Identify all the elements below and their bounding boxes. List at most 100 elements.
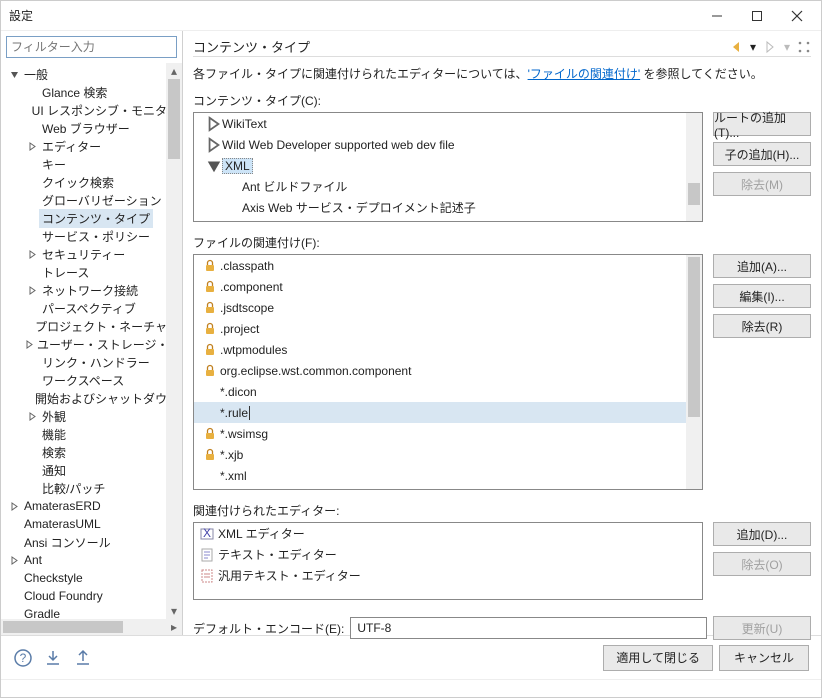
chevron-right-icon[interactable] — [25, 247, 39, 261]
fa-add-button[interactable]: 追加(A)... — [713, 254, 811, 278]
tree-item[interactable]: クイック検索 — [1, 173, 182, 191]
spacer-icon — [25, 211, 39, 225]
tree-item[interactable]: 比較/パッチ — [1, 479, 182, 497]
content-type-item[interactable]: WikiText — [194, 113, 686, 134]
content-types-list[interactable]: WikiTextWild Web Developer supported web… — [193, 112, 703, 222]
content-types-label: コンテンツ・タイプ(C): — [193, 92, 811, 109]
tree-item[interactable]: AmaterasERD — [1, 497, 182, 515]
content-type-item[interactable]: XML — [194, 155, 686, 176]
fa-remove-button[interactable]: 除去(R) — [713, 314, 811, 338]
file-assoc-label: org.eclipse.wst.common.component — [220, 364, 411, 378]
content-type-item[interactable]: Axis Web サービス・デプロイメント記述子 — [194, 197, 686, 218]
tree-item[interactable]: ネットワーク接続 — [1, 281, 182, 299]
content-type-label: Axis Web サービス・デプロイメント記述子 — [242, 199, 476, 216]
file-assoc-item[interactable]: org.eclipse.wst.common.component — [194, 360, 686, 381]
tree-item[interactable]: ワークスペース — [1, 371, 182, 389]
ed-add-button[interactable]: 追加(D)... — [713, 522, 811, 546]
chevron-right-icon[interactable] — [25, 283, 39, 297]
editor-item[interactable]: 汎用テキスト・エディター — [194, 565, 702, 586]
tree-item[interactable]: 開始およびシャットダウン — [1, 389, 182, 407]
editors-list[interactable]: XXML エディターテキスト・エディター汎用テキスト・エディター — [193, 522, 703, 600]
encoding-input[interactable] — [350, 617, 707, 639]
tree-item[interactable]: サービス・ポリシー — [1, 227, 182, 245]
tree-item[interactable]: 検索 — [1, 443, 182, 461]
tree-item[interactable]: キー — [1, 155, 182, 173]
tree-item[interactable]: Gradle — [1, 605, 182, 619]
close-button[interactable] — [777, 2, 817, 30]
file-assoc-item[interactable]: .wtpmodules — [194, 339, 686, 360]
filter-input[interactable] — [6, 36, 177, 58]
tree-item[interactable]: Web ブラウザー — [1, 119, 182, 137]
lock-icon — [202, 279, 218, 295]
maximize-button[interactable] — [737, 2, 777, 30]
cancel-button[interactable]: キャンセル — [719, 645, 809, 671]
tree-item[interactable]: セキュリティー — [1, 245, 182, 263]
tree-item[interactable]: 機能 — [1, 425, 182, 443]
content-header: コンテンツ・タイプ ▾ ▾ — [193, 37, 811, 57]
chevron-right-icon[interactable] — [25, 409, 39, 423]
file-assoc-item[interactable]: .project — [194, 318, 686, 339]
tree-item[interactable]: Ansi コンソール — [1, 533, 182, 551]
editor-item[interactable]: テキスト・エディター — [194, 544, 702, 565]
editor-item[interactable]: XXML エディター — [194, 523, 702, 544]
file-assoc-item[interactable]: *.xjb — [194, 444, 686, 465]
tree-item[interactable]: エディター — [1, 137, 182, 155]
file-assoc-item[interactable]: .classpath — [194, 255, 686, 276]
chevron-down-icon[interactable] — [206, 158, 222, 174]
chevron-right-icon[interactable] — [7, 499, 21, 513]
content-type-item[interactable]: Wild Web Developer supported web dev fil… — [194, 134, 686, 155]
tree-item[interactable]: 外観 — [1, 407, 182, 425]
help-icon[interactable]: ? — [13, 648, 33, 668]
back-icon[interactable] — [729, 40, 743, 54]
export-icon[interactable] — [73, 648, 93, 668]
tree-item[interactable]: AmaterasUML — [1, 515, 182, 533]
tree-item[interactable]: Checkstyle — [1, 569, 182, 587]
tree-item[interactable]: グローバリゼーション — [1, 191, 182, 209]
tree-item[interactable]: UI レスポンシブ・モニター — [1, 101, 182, 119]
menu-icon[interactable] — [797, 40, 811, 54]
ct-vscrollbar[interactable] — [686, 113, 702, 221]
tree-item[interactable]: 一般 — [1, 65, 182, 83]
fa-edit-button[interactable]: 編集(I)... — [713, 284, 811, 308]
fa-vscrollbar[interactable] — [686, 255, 702, 489]
file-assoc-link[interactable]: 'ファイルの関連付け' — [528, 67, 641, 81]
chevron-right-icon[interactable] — [206, 116, 222, 132]
tree-item[interactable]: パースペクティブ — [1, 299, 182, 317]
tree-item[interactable]: コンテンツ・タイプ — [1, 209, 182, 227]
content-type-item[interactable]: Ant ビルドファイル — [194, 176, 686, 197]
file-assoc-item[interactable]: .jsdtscope — [194, 297, 686, 318]
tree-item[interactable]: リンク・ハンドラー — [1, 353, 182, 371]
chevron-down-icon[interactable] — [7, 67, 21, 81]
file-assoc-item[interactable]: .component — [194, 276, 686, 297]
tree-item[interactable]: Cloud Foundry — [1, 587, 182, 605]
minimize-button[interactable] — [697, 2, 737, 30]
chevron-right-icon[interactable] — [206, 137, 222, 153]
add-root-button[interactable]: ルートの追加(T)... — [713, 112, 811, 136]
file-assoc-item[interactable]: *.rule — [194, 402, 686, 423]
chevron-right-icon[interactable] — [25, 337, 34, 351]
spacer-icon — [202, 405, 218, 421]
apply-close-button[interactable]: 適用して閉じる — [603, 645, 713, 671]
tree-item[interactable]: プロジェクト・ネーチャー — [1, 317, 182, 335]
file-assoc-item[interactable]: *.wsimsg — [194, 423, 686, 444]
add-child-button[interactable]: 子の追加(H)... — [713, 142, 811, 166]
nav-tree[interactable]: 一般Glance 検索UI レスポンシブ・モニターWeb ブラウザーエディターキ… — [1, 63, 182, 619]
spacer-icon — [25, 157, 39, 171]
file-assoc-list[interactable]: .classpath.component.jsdtscope.project.w… — [193, 254, 703, 490]
back-dropdown-icon[interactable]: ▾ — [749, 40, 757, 54]
tree-item[interactable]: トレース — [1, 263, 182, 281]
chevron-right-icon[interactable] — [25, 139, 39, 153]
tree-item[interactable]: Ant — [1, 551, 182, 569]
file-assoc-item[interactable]: *.xml — [194, 465, 686, 486]
tree-item[interactable]: Glance 検索 — [1, 83, 182, 101]
tree-item[interactable]: 通知 — [1, 461, 182, 479]
tree-vscrollbar[interactable]: ▴▾ — [166, 63, 182, 619]
file-assoc-item[interactable]: *.dicon — [194, 381, 686, 402]
tree-item[interactable]: ユーザー・ストレージ・サービス — [1, 335, 182, 353]
import-icon[interactable] — [43, 648, 63, 668]
chevron-right-icon[interactable] — [7, 553, 21, 567]
forward-icon[interactable] — [763, 40, 777, 54]
footer: ? 適用して閉じる キャンセル — [1, 635, 821, 679]
tree-hscrollbar[interactable]: ◂▸ — [1, 619, 182, 635]
content-type-item[interactable]: DITA — [194, 218, 686, 221]
